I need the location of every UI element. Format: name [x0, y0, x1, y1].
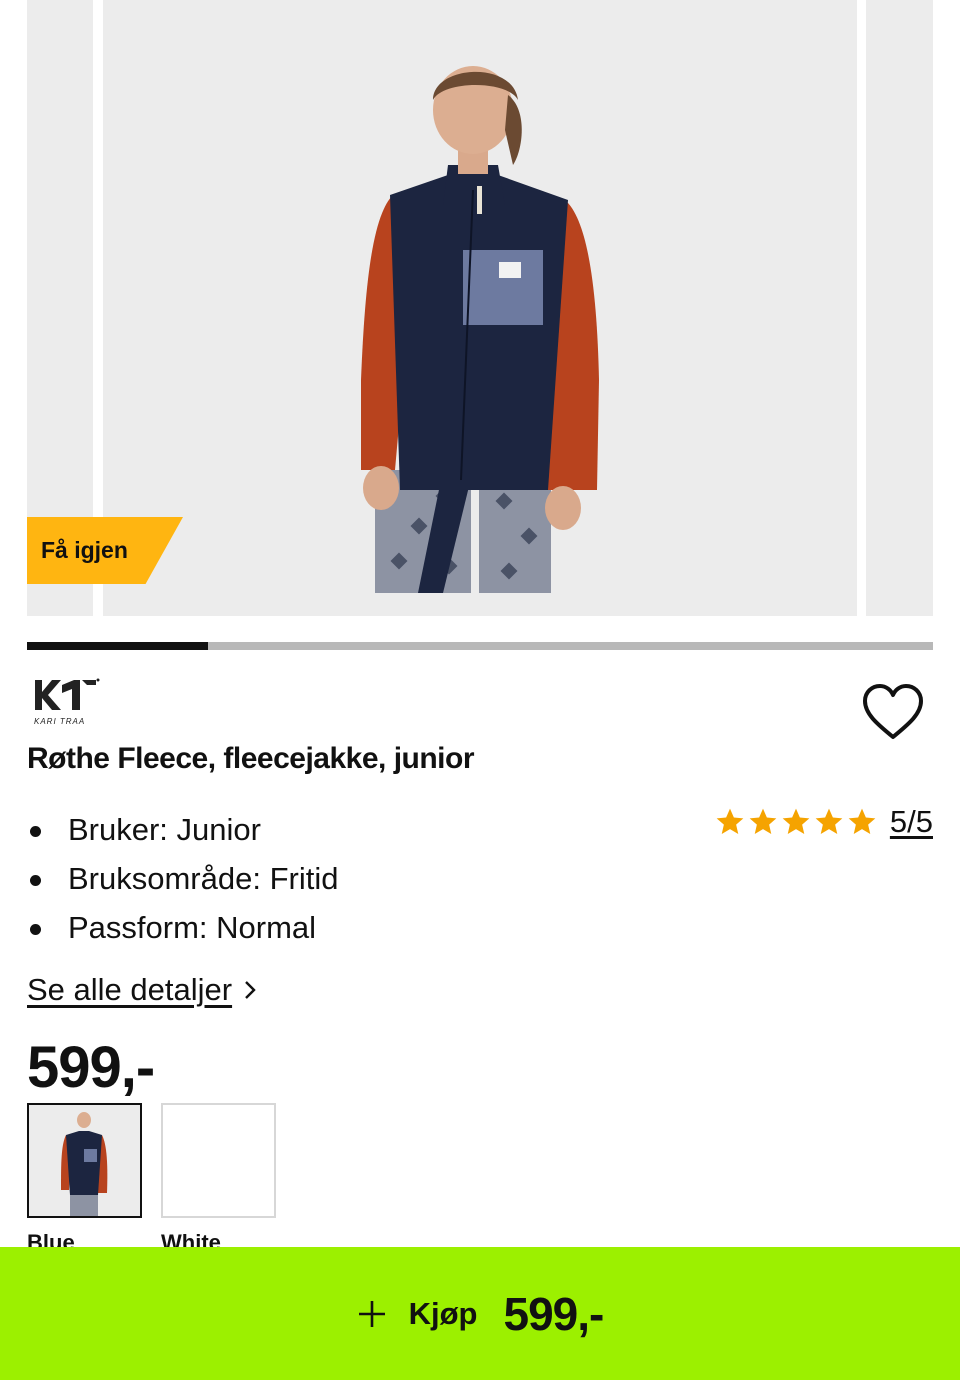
product-price: 599,- — [27, 1035, 155, 1100]
star-icon — [749, 808, 777, 834]
rating-stars — [714, 806, 878, 838]
product-rating[interactable]: 5/5 — [714, 804, 933, 840]
buy-label: Kjøp — [408, 1295, 478, 1331]
feature-bullet-user: Bruker: Junior — [27, 805, 338, 854]
brand-logo[interactable]: KARI TRAA — [32, 676, 102, 728]
next-slide[interactable] — [866, 0, 933, 616]
buy-button[interactable]: Kjøp 599,- — [0, 1247, 960, 1380]
wishlist-heart-icon[interactable] — [860, 682, 926, 742]
see-all-details-link[interactable]: Se alle detaljer — [27, 972, 260, 1008]
product-gallery[interactable]: Få igjen — [0, 0, 960, 616]
star-icon — [815, 808, 843, 834]
rating-link[interactable]: 5/5 — [890, 804, 933, 840]
slide-progress — [27, 642, 933, 650]
star-icon — [848, 808, 876, 834]
feature-bullet-usage: Bruksområde: Fritid — [27, 854, 338, 903]
plus-icon — [358, 1300, 385, 1327]
product-photo — [361, 66, 599, 593]
product-image[interactable] — [103, 0, 857, 616]
chevron-right-icon — [245, 981, 256, 999]
star-icon — [716, 808, 744, 834]
product-title: Røthe Fleece, fleecejakke, junior — [27, 742, 475, 775]
slide-progress-fill — [27, 642, 209, 650]
svg-text:KARI TRAA: KARI TRAA — [34, 717, 85, 726]
star-icon — [782, 808, 810, 834]
badge-label: Få igjen — [41, 537, 128, 563]
product-feature-list: Bruker: Junior Bruksområde: Fritid Passf… — [27, 805, 338, 952]
swatch-thumbnail-blue — [29, 1105, 140, 1216]
kari-traa-logo-icon: KARI TRAA — [34, 678, 100, 726]
feature-bullet-fit: Passform: Normal — [27, 903, 338, 952]
color-swatch-blue[interactable] — [27, 1103, 142, 1218]
color-swatch-white[interactable] — [161, 1103, 276, 1218]
buy-price: 599,- — [503, 1287, 605, 1340]
details-link-text[interactable]: Se alle detaljer — [27, 972, 232, 1008]
